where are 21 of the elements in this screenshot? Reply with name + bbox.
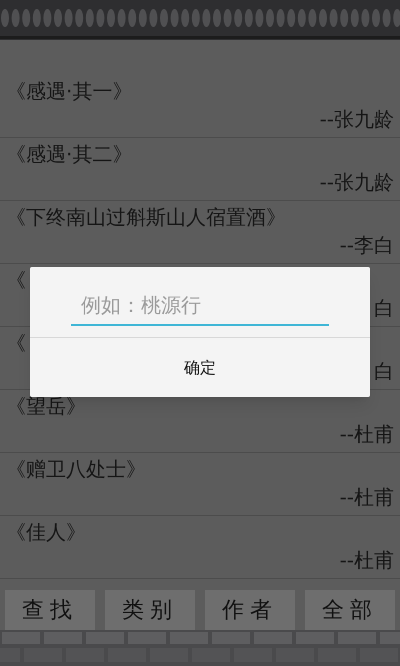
poem-author: --张九龄 (320, 106, 394, 133)
poem-title[interactable]: 《 (6, 266, 26, 294)
poem-title[interactable]: 《感遇·其二》 (6, 140, 132, 168)
tab-button[interactable]: 全部 (305, 590, 395, 630)
poem-author: --李白 (340, 232, 394, 259)
poem-title[interactable]: 《佳人》 (6, 518, 86, 546)
poem-title[interactable]: 《感遇·其一》 (6, 77, 132, 105)
poem-author: --杜甫 (340, 484, 394, 511)
poem-author: --张九龄 (320, 169, 394, 196)
confirm-button[interactable]: 确定 (30, 338, 370, 397)
poem-title[interactable]: 《赠卫八处士》 (6, 455, 146, 483)
poem-author: --杜甫 (340, 421, 394, 448)
poem-title[interactable]: 《下终南山过斛斯山人宿置酒》 (6, 203, 286, 231)
search-field[interactable]: 例如：桃源行 (71, 286, 329, 326)
poem-title[interactable]: 《 (6, 329, 26, 357)
poem-author: --杜甫 (340, 547, 394, 574)
tab-button[interactable]: 作者 (205, 590, 295, 630)
tab-button[interactable]: 类别 (105, 590, 195, 630)
tab-button[interactable]: 查找 (5, 590, 95, 630)
poem-author: 白 (374, 358, 394, 385)
poem-author: 白 (374, 295, 394, 322)
